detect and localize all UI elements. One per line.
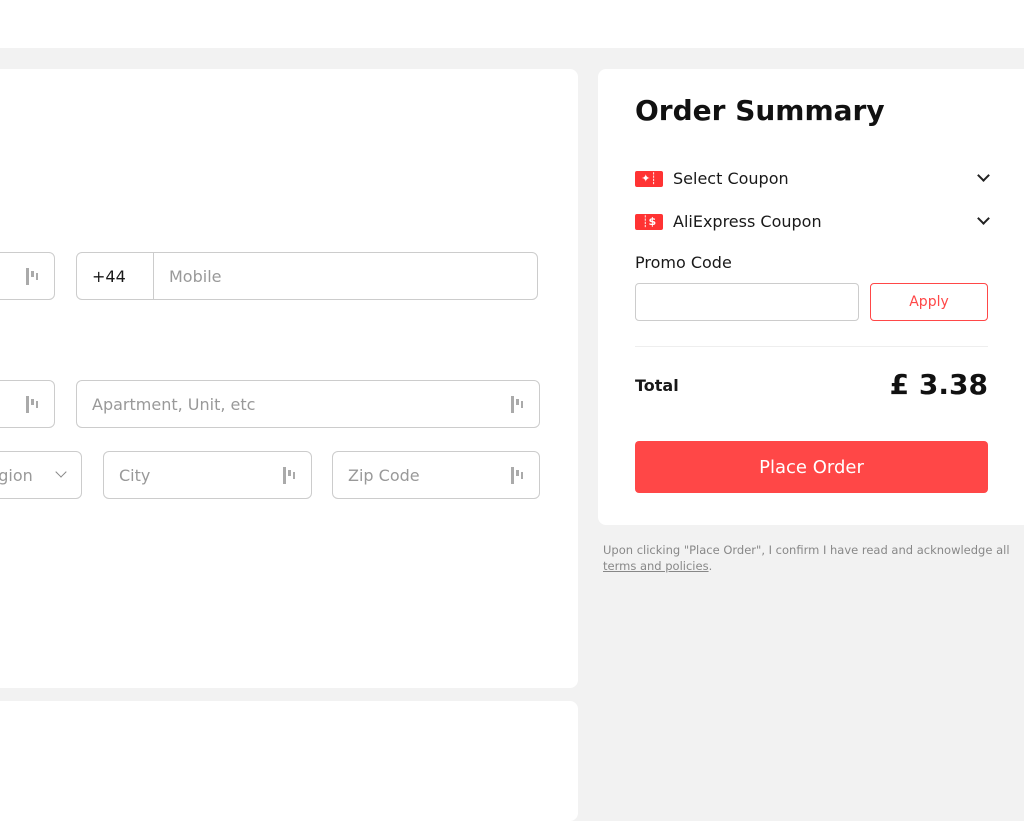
order-summary-title: Order Summary (635, 94, 885, 127)
name-input[interactable] (0, 252, 55, 300)
mobile-placeholder: Mobile (169, 266, 222, 286)
promo-code-input[interactable] (635, 283, 859, 321)
city-input[interactable]: City (103, 451, 312, 499)
next-section-card (0, 701, 578, 821)
region-select[interactable]: Region (0, 451, 82, 499)
region-placeholder: Region (0, 465, 33, 485)
terms-link[interactable]: terms and policies (603, 559, 709, 573)
coupon-icon: ✦┊ (635, 170, 663, 187)
apartment-placeholder: Apartment, Unit, etc (92, 394, 256, 414)
zip-input[interactable]: Zip Code (332, 451, 540, 499)
apply-button[interactable]: Apply (870, 283, 988, 321)
address-input[interactable] (0, 380, 55, 428)
place-order-button[interactable]: Place Order (635, 441, 988, 493)
city-placeholder: City (119, 465, 151, 485)
dollar-coupon-icon: ┊$ (635, 213, 663, 230)
promo-code-label: Promo Code (635, 253, 732, 272)
shipping-card (0, 69, 578, 688)
autofill-icon (26, 268, 40, 285)
autofill-icon (26, 396, 40, 413)
select-coupon-row[interactable]: ✦┊ Select Coupon (635, 169, 789, 188)
select-coupon-label: Select Coupon (673, 169, 789, 188)
zip-placeholder: Zip Code (348, 465, 420, 485)
apartment-input[interactable]: Apartment, Unit, etc (76, 380, 540, 428)
phone-prefix[interactable]: +44 (77, 253, 154, 299)
mobile-input[interactable]: +44 Mobile (76, 252, 538, 300)
top-bar (0, 0, 1024, 48)
autofill-icon (511, 396, 525, 413)
aliexpress-coupon-label: AliExpress Coupon (673, 212, 822, 231)
autofill-icon (283, 467, 297, 484)
disclaimer-text: Upon clicking "Place Order", I confirm I… (603, 543, 1010, 557)
total-value: £ 3.38 (889, 368, 988, 401)
chevron-down-icon (55, 466, 67, 478)
autofill-icon (511, 467, 525, 484)
divider (635, 346, 988, 347)
total-label: Total (635, 376, 679, 395)
aliexpress-coupon-row[interactable]: ┊$ AliExpress Coupon (635, 212, 822, 231)
disclaimer: Upon clicking "Place Order", I confirm I… (603, 543, 1010, 573)
